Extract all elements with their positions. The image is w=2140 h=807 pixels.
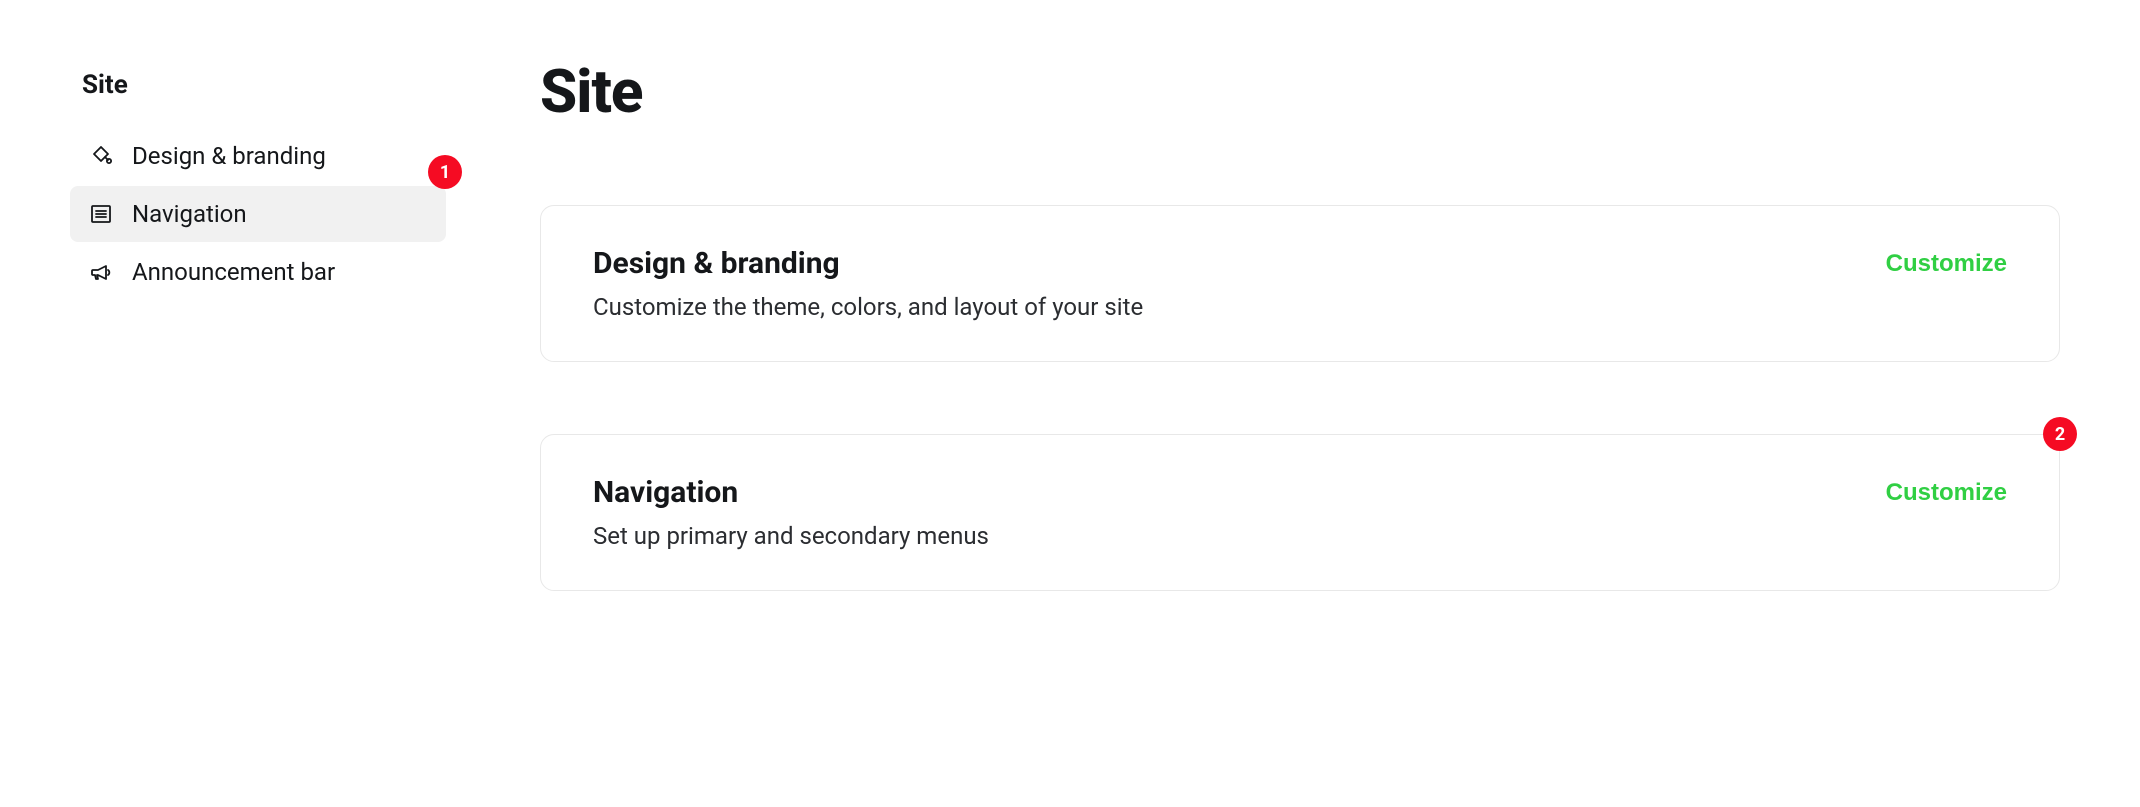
sidebar: Site Design & branding Navigation <box>0 0 470 807</box>
card-title: Design & branding <box>593 246 1886 281</box>
card-description: Set up primary and secondary menus <box>593 522 1886 550</box>
customize-button-navigation[interactable]: Customize <box>1886 475 2007 507</box>
card-title: Navigation <box>593 475 1886 510</box>
sidebar-item-label: Announcement bar <box>132 258 335 286</box>
annotation-badge-1: 1 <box>428 155 462 189</box>
sidebar-title: Site <box>70 70 446 100</box>
card-description: Customize the theme, colors, and layout … <box>593 293 1886 321</box>
card-text: Design & branding Customize the theme, c… <box>593 246 1886 321</box>
palette-icon <box>88 143 114 169</box>
megaphone-icon <box>88 259 114 285</box>
sidebar-item-label: Design & branding <box>132 142 326 170</box>
annotation-badge-2: 2 <box>2043 417 2077 451</box>
card-navigation: Navigation Set up primary and secondary … <box>540 434 2060 591</box>
page-title: Site <box>540 56 2060 127</box>
sidebar-item-announcement-bar[interactable]: Announcement bar <box>70 244 446 300</box>
sidebar-item-navigation[interactable]: Navigation <box>70 186 446 242</box>
main-content: Site Design & branding Customize the the… <box>470 0 2140 807</box>
sidebar-item-label: Navigation <box>132 200 247 228</box>
list-icon <box>88 201 114 227</box>
sidebar-item-design-branding[interactable]: Design & branding <box>70 128 446 184</box>
customize-button-design[interactable]: Customize <box>1886 246 2007 278</box>
card-text: Navigation Set up primary and secondary … <box>593 475 1886 550</box>
card-design-branding: Design & branding Customize the theme, c… <box>540 205 2060 362</box>
